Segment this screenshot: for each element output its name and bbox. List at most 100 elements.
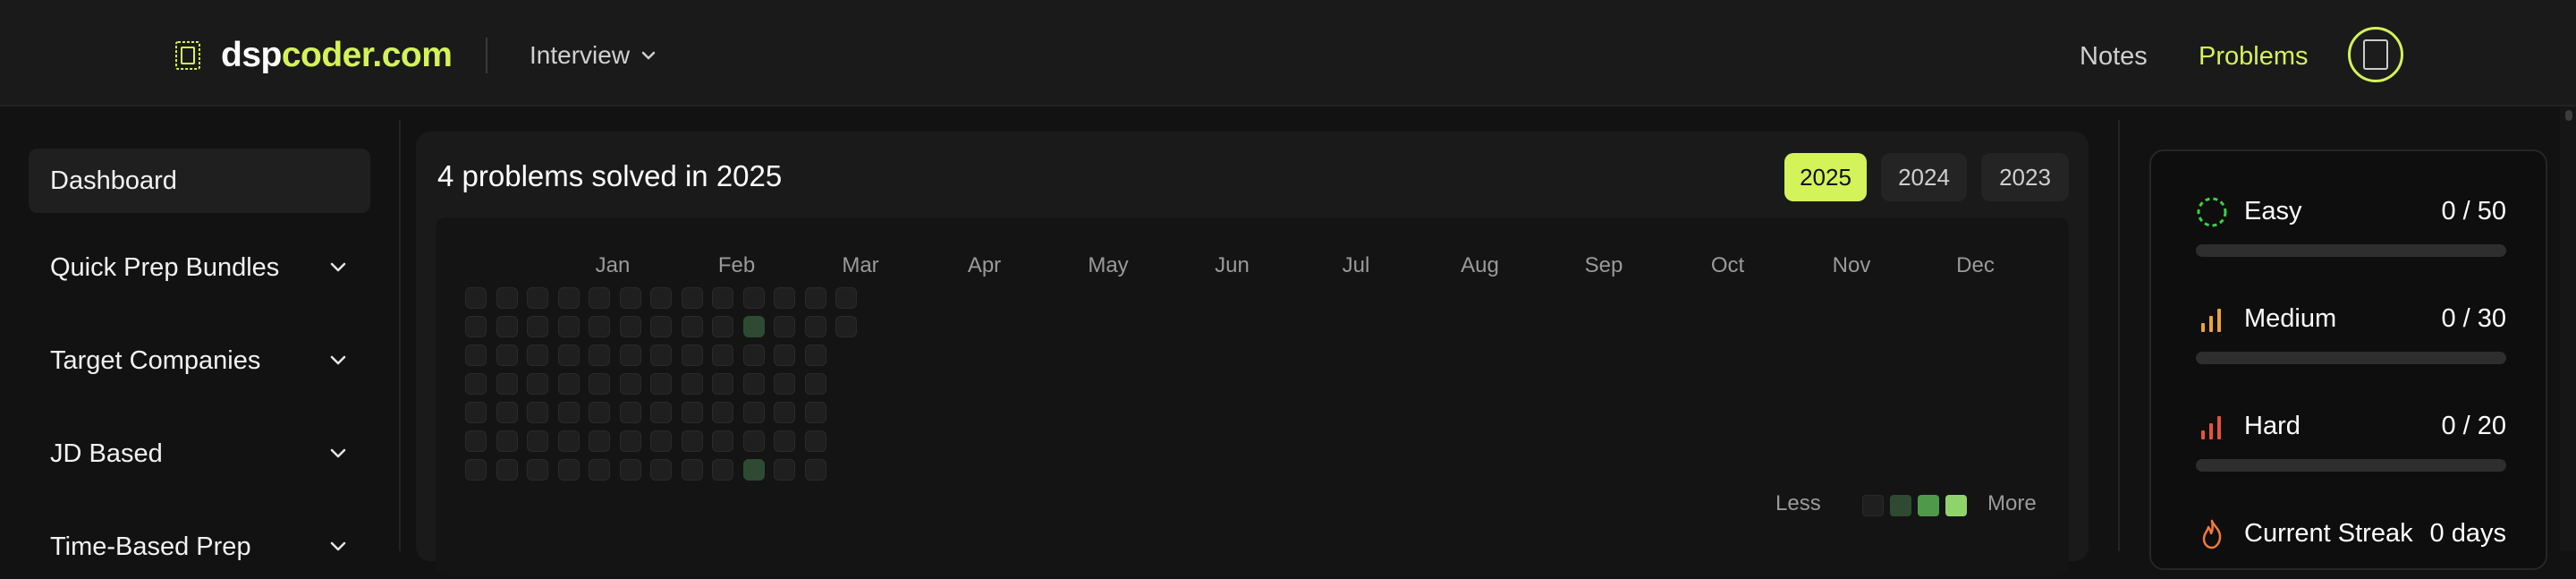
year-button-2025[interactable]: 2025 (1784, 153, 1867, 201)
day-cell[interactable] (589, 430, 610, 452)
day-cell[interactable] (527, 345, 548, 366)
day-cell[interactable] (743, 345, 765, 366)
scrollbar-thumb[interactable] (2565, 110, 2572, 121)
day-cell[interactable] (527, 459, 548, 481)
day-cell[interactable] (805, 316, 826, 337)
day-cell[interactable] (650, 402, 672, 423)
day-cell[interactable] (712, 345, 733, 366)
day-cell[interactable] (650, 345, 672, 366)
day-cell[interactable] (589, 345, 610, 366)
day-cell[interactable] (650, 459, 672, 481)
day-cell[interactable] (835, 316, 857, 337)
day-cell[interactable] (743, 316, 765, 337)
day-cell[interactable] (558, 402, 580, 423)
day-cell[interactable] (712, 316, 733, 337)
day-cell[interactable] (743, 459, 765, 481)
day-cell[interactable] (743, 402, 765, 423)
day-cell[interactable] (527, 430, 548, 452)
day-cell[interactable] (805, 430, 826, 452)
day-cell[interactable] (805, 345, 826, 366)
sidebar-item-time-based-prep[interactable]: Time-Based Prep (29, 515, 370, 579)
day-cell[interactable] (712, 430, 733, 452)
day-cell[interactable] (465, 430, 487, 452)
brand-logo-text[interactable]: dspcoder.com (221, 34, 453, 77)
day-cell[interactable] (620, 459, 641, 481)
sidebar-item-dashboard[interactable]: Dashboard (29, 149, 370, 213)
day-cell[interactable] (558, 459, 580, 481)
day-cell[interactable] (743, 287, 765, 309)
day-cell[interactable] (496, 373, 518, 395)
year-button-2024[interactable]: 2024 (1881, 153, 1967, 201)
day-cell[interactable] (465, 316, 487, 337)
day-cell[interactable] (589, 402, 610, 423)
day-cell[interactable] (558, 430, 580, 452)
day-cell[interactable] (620, 402, 641, 423)
interview-dropdown[interactable]: Interview (530, 39, 657, 72)
day-cell[interactable] (496, 287, 518, 309)
day-cell[interactable] (589, 373, 610, 395)
day-cell[interactable] (589, 459, 610, 481)
day-cell[interactable] (465, 459, 487, 481)
day-cell[interactable] (558, 345, 580, 366)
day-cell[interactable] (496, 459, 518, 481)
day-cell[interactable] (650, 287, 672, 309)
day-cell[interactable] (805, 287, 826, 309)
day-cell[interactable] (805, 459, 826, 481)
day-cell[interactable] (805, 402, 826, 423)
day-cell[interactable] (712, 373, 733, 395)
day-cell[interactable] (835, 287, 857, 309)
day-cell[interactable] (496, 430, 518, 452)
day-cell[interactable] (558, 316, 580, 337)
day-cell[interactable] (682, 430, 703, 452)
day-cell[interactable] (774, 373, 795, 395)
day-cell[interactable] (589, 287, 610, 309)
day-cell[interactable] (620, 430, 641, 452)
day-cell[interactable] (496, 345, 518, 366)
day-cell[interactable] (805, 373, 826, 395)
day-cell[interactable] (558, 287, 580, 309)
day-cell[interactable] (589, 316, 610, 337)
day-cell[interactable] (527, 316, 548, 337)
day-cell[interactable] (527, 287, 548, 309)
day-cell[interactable] (465, 402, 487, 423)
day-cell[interactable] (465, 373, 487, 395)
day-cell[interactable] (496, 402, 518, 423)
sidebar-item-target-companies[interactable]: Target Companies (29, 328, 370, 393)
day-cell[interactable] (620, 373, 641, 395)
sidebar-item-quick-prep-bundles[interactable]: Quick Prep Bundles (29, 235, 370, 300)
day-cell[interactable] (774, 402, 795, 423)
day-cell[interactable] (682, 373, 703, 395)
day-cell[interactable] (743, 430, 765, 452)
day-cell[interactable] (620, 316, 641, 337)
day-cell[interactable] (558, 373, 580, 395)
day-cell[interactable] (682, 459, 703, 481)
day-cell[interactable] (774, 430, 795, 452)
day-cell[interactable] (620, 345, 641, 366)
day-cell[interactable] (712, 402, 733, 423)
sidebar-item-jd-based[interactable]: JD Based (29, 421, 370, 486)
nav-link-notes[interactable]: Notes (2080, 39, 2148, 73)
day-cell[interactable] (465, 287, 487, 309)
day-cell[interactable] (774, 287, 795, 309)
day-cell[interactable] (712, 459, 733, 481)
day-cell[interactable] (650, 373, 672, 395)
day-cell[interactable] (712, 287, 733, 309)
user-avatar[interactable] (2348, 27, 2403, 82)
day-cell[interactable] (527, 402, 548, 423)
year-button-2023[interactable]: 2023 (1981, 153, 2069, 201)
day-cell[interactable] (650, 316, 672, 337)
day-cell[interactable] (774, 316, 795, 337)
day-cell[interactable] (620, 287, 641, 309)
day-cell[interactable] (682, 316, 703, 337)
day-cell[interactable] (774, 345, 795, 366)
page-scrollbar[interactable] (2560, 106, 2576, 551)
day-cell[interactable] (682, 402, 703, 423)
day-cell[interactable] (496, 316, 518, 337)
day-cell[interactable] (682, 345, 703, 366)
day-cell[interactable] (774, 459, 795, 481)
day-cell[interactable] (743, 373, 765, 395)
day-cell[interactable] (465, 345, 487, 366)
day-cell[interactable] (650, 430, 672, 452)
nav-link-problems[interactable]: Problems (2199, 39, 2309, 73)
day-cell[interactable] (682, 287, 703, 309)
